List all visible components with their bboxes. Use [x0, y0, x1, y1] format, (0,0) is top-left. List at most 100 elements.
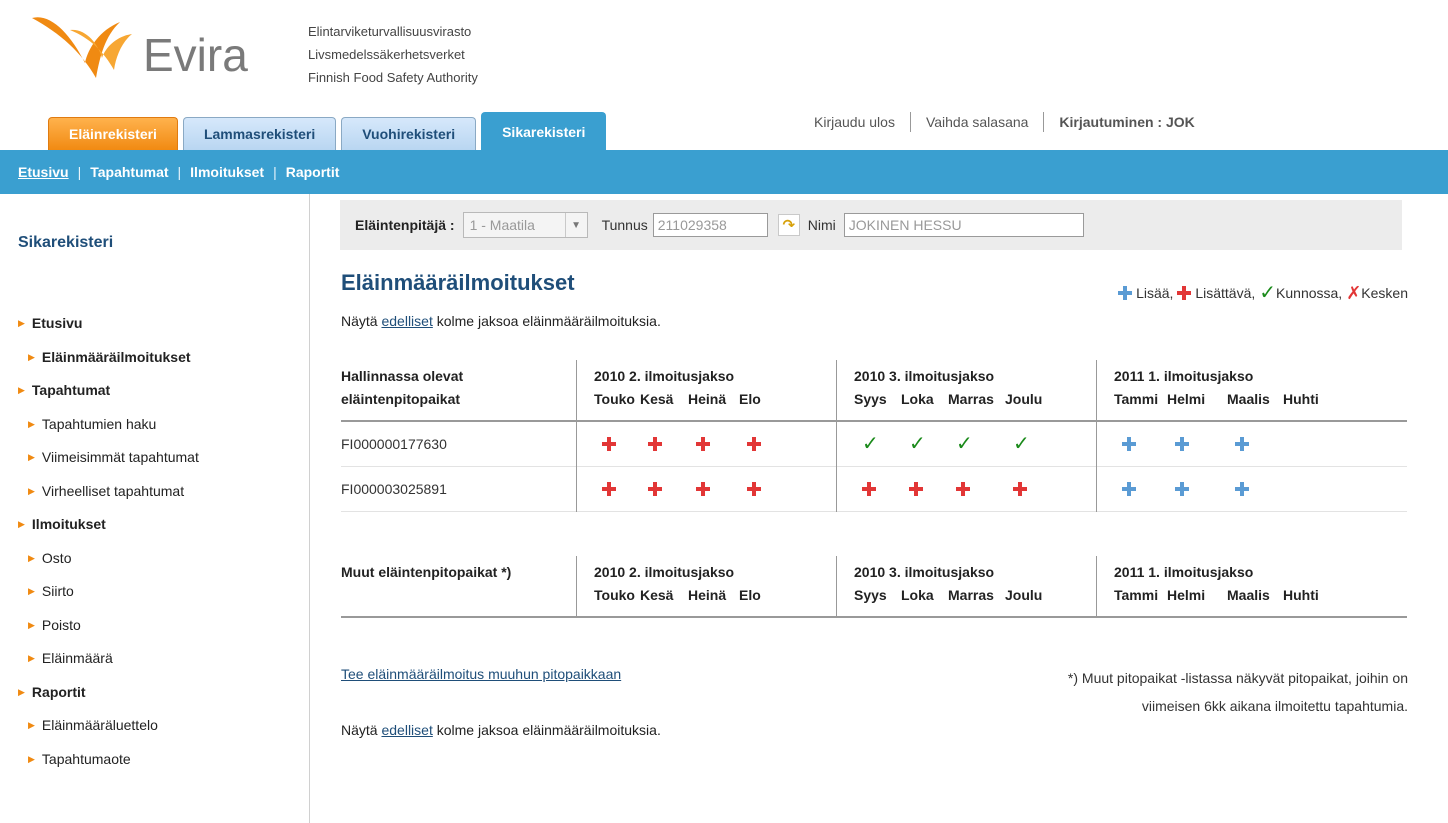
sidebar: Sikarekisteri ▶ Etusivu ▶ Eläinmääräilmoit… [0, 194, 310, 823]
check-icon[interactable]: ✓ [956, 434, 973, 454]
month-label: Maalis [1227, 391, 1270, 407]
holder-select[interactable]: 1 - Maatila ▼ [462, 212, 588, 238]
add-icon[interactable] [1175, 482, 1189, 496]
sidebar-item-tapahtumat[interactable]: ▶ Tapahtumat [18, 374, 199, 408]
add-icon[interactable] [1175, 437, 1189, 451]
status-cell[interactable] [1227, 437, 1283, 451]
addable-icon[interactable] [696, 482, 710, 496]
status-cell[interactable]: ✓ [1005, 434, 1050, 454]
sidebar-item-poisto[interactable]: ▶ Poisto [18, 609, 199, 643]
month-label: Helmi [1167, 391, 1206, 407]
period-header: 2011 1. ilmoitusjakso Tammi Helmi Maalis… [1096, 360, 1407, 420]
location-id: FI000000177630 [341, 436, 447, 452]
check-icon[interactable]: ✓ [862, 434, 879, 454]
tab-lammasrekisteri[interactable]: Lammasrekisteri [182, 117, 337, 150]
legend-ok: Kunnossa, [1276, 285, 1343, 301]
check-icon[interactable]: ✓ [909, 434, 926, 454]
status-cell[interactable]: ✓ [854, 434, 901, 454]
sidebar-item-raportit[interactable]: ▶ Raportit [18, 676, 199, 710]
addable-icon[interactable] [747, 482, 761, 496]
other-location-link[interactable]: Tee eläinmääräilmoitus muuhun pitopaikka… [341, 666, 621, 682]
location-id: FI000003025891 [341, 481, 447, 497]
evira-logo-icon: Evira [32, 17, 248, 81]
change-password-link[interactable]: Vaihda salasana [926, 114, 1028, 130]
addable-icon[interactable] [956, 482, 970, 496]
registry-tabs: Eläinrekisteri Lammasrekisteri Vuohireki… [48, 112, 607, 150]
nav-tapahtumat[interactable]: Tapahtumat [90, 164, 168, 180]
add-icon[interactable] [1235, 437, 1249, 451]
status-cell[interactable] [594, 482, 640, 496]
chevron-down-icon[interactable]: ▼ [564, 213, 587, 237]
sidebar-item-siirto[interactable]: ▶ Siirto [18, 575, 199, 609]
sidebar-item-tapahtumien-haku[interactable]: ▶ Tapahtumien haku [18, 408, 199, 442]
table-body: FI000000177630 ✓ ✓ ✓ ✓ FI000003025891 [341, 421, 1407, 512]
tab-vuohirekisteri[interactable]: Vuohirekisteri [341, 117, 477, 150]
status-cell[interactable] [640, 437, 688, 451]
status-cell[interactable] [1167, 437, 1227, 451]
arrow-right-icon: ▶ [18, 318, 25, 328]
status-cell[interactable] [739, 482, 779, 496]
tab-sikarekisteri[interactable]: Sikarekisteri [481, 112, 607, 150]
evira-logo[interactable]: Evira [30, 8, 290, 88]
period-header: 2010 2. ilmoitusjakso Touko Kesä Heinä E… [576, 556, 836, 616]
refresh-icon[interactable]: ↷ [777, 214, 800, 236]
login-info: Kirjautuminen : JOK [1059, 114, 1195, 130]
period-cells [576, 466, 836, 512]
addable-icon[interactable] [648, 437, 662, 451]
sidebar-item-virheelliset-tapahtumat[interactable]: ▶ Virheelliset tapahtumat [18, 475, 199, 509]
addable-icon[interactable] [909, 482, 923, 496]
name-field[interactable]: JOKINEN HESSU [843, 213, 1084, 237]
sidebar-item-ilmoitukset[interactable]: ▶ Ilmoitukset [18, 508, 199, 542]
other-locations-table: Muut eläintenpitopaikat *) 2010 2. ilmoi… [341, 556, 1407, 618]
status-cell[interactable]: ✓ [901, 434, 948, 454]
add-icon[interactable] [1122, 437, 1136, 451]
status-cell[interactable] [854, 482, 901, 496]
sidebar-item-elainmaaraluettelo[interactable]: ▶ Eläinmääräluettelo [18, 709, 199, 743]
nav-etusivu[interactable]: Etusivu [18, 164, 69, 180]
sidebar-item-osto[interactable]: ▶ Osto [18, 542, 199, 576]
status-cell[interactable] [901, 482, 948, 496]
sidebar-item-viimeisimmat-tapahtumat[interactable]: ▶ Viimeisimmät tapahtumat [18, 441, 199, 475]
status-cell[interactable] [1227, 482, 1283, 496]
status-cell[interactable] [1167, 482, 1227, 496]
logout-link[interactable]: Kirjaudu ulos [814, 114, 895, 130]
status-cell[interactable]: ✓ [948, 434, 1005, 454]
status-cell[interactable] [640, 482, 688, 496]
status-cell[interactable] [594, 437, 640, 451]
show-previous-link[interactable]: edelliset [381, 313, 432, 329]
sidebar-item-etusivu[interactable]: ▶ Etusivu [18, 307, 199, 341]
addable-icon[interactable] [1013, 482, 1027, 496]
add-icon[interactable] [1235, 482, 1249, 496]
add-icon[interactable] [1122, 482, 1136, 496]
add-icon [1118, 286, 1133, 300]
tab-elainrekisteri[interactable]: Eläinrekisteri [48, 117, 178, 150]
id-field[interactable]: 211029358 [652, 213, 768, 237]
addable-icon[interactable] [696, 437, 710, 451]
status-cell[interactable] [1114, 437, 1167, 451]
status-cell[interactable] [1114, 482, 1167, 496]
addable-icon[interactable] [862, 482, 876, 496]
addable-icon[interactable] [602, 437, 616, 451]
check-icon: ✓ [1259, 282, 1277, 304]
addable-icon[interactable] [648, 482, 662, 496]
status-cell[interactable] [688, 437, 739, 451]
month-label: Kesä [640, 391, 674, 407]
nav-ilmoitukset[interactable]: Ilmoitukset [190, 164, 264, 180]
show-previous-link[interactable]: edelliset [381, 722, 432, 738]
addable-icon[interactable] [602, 482, 616, 496]
sidebar-item-elainmaara[interactable]: ▶ Eläinmäärä [18, 642, 199, 676]
month-label: Tammi [1114, 587, 1159, 603]
sidebar-item-tapahtumaote[interactable]: ▶ Tapahtumaote [18, 743, 199, 777]
period-cells [836, 466, 1096, 512]
nav-raportit[interactable]: Raportit [286, 164, 340, 180]
sidebar-item-elainmaarailmoitukset[interactable]: ▶ Eläinmääräilmoitukset [18, 341, 199, 375]
arrow-right-icon: ▶ [28, 452, 35, 462]
status-cell[interactable] [948, 482, 1005, 496]
check-icon[interactable]: ✓ [1013, 434, 1030, 454]
status-cell[interactable] [688, 482, 739, 496]
month-label: Joulu [1005, 587, 1043, 603]
status-cell[interactable] [739, 437, 779, 451]
addable-icon[interactable] [747, 437, 761, 451]
status-cell[interactable] [1005, 482, 1050, 496]
month-label: Kesä [640, 587, 674, 603]
